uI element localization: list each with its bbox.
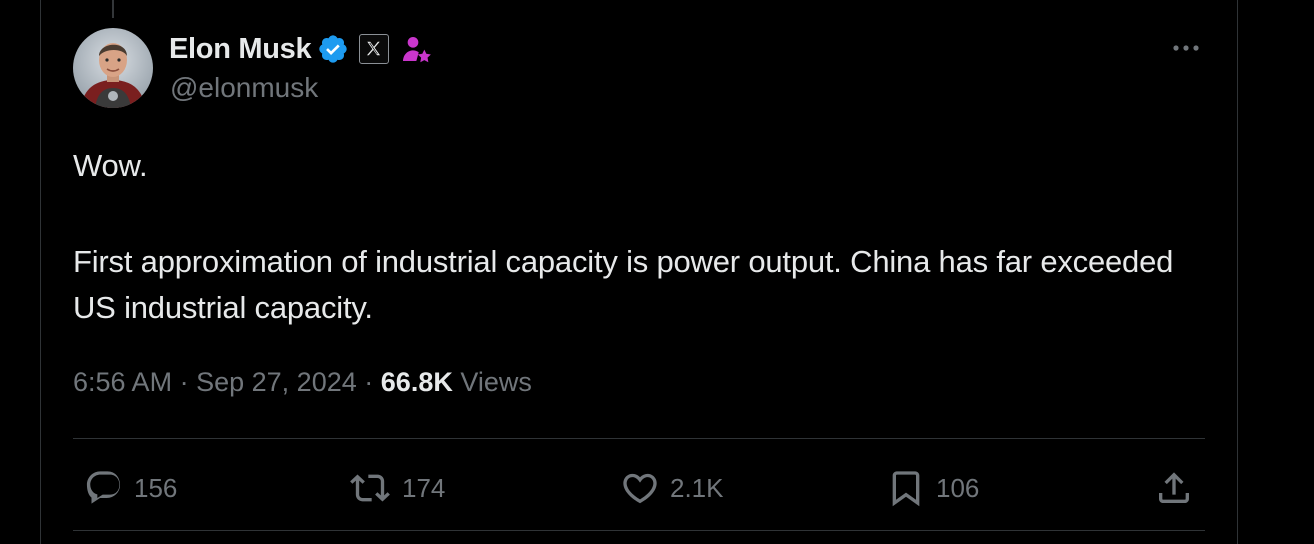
views-label: Views <box>460 367 532 397</box>
more-options-icon[interactable] <box>1168 38 1204 58</box>
divider <box>73 438 1205 439</box>
like-count: 2.1K <box>670 472 724 503</box>
bookmark-button[interactable]: 106 <box>886 468 979 508</box>
author-name-row: Elon Musk <box>169 30 433 68</box>
avatar[interactable] <box>73 28 153 108</box>
thread-connector-line <box>112 0 114 18</box>
repost-count: 174 <box>402 472 446 503</box>
tweet-paragraph: First approximation of industrial capaci… <box>73 244 1174 325</box>
reply-count: 156 <box>134 472 178 503</box>
views-count[interactable]: 66.8K <box>381 367 453 397</box>
repost-icon <box>350 474 390 502</box>
tweet-time[interactable]: 6:56 AM <box>73 367 172 397</box>
tweet-text: Wow. First approximation of industrial c… <box>73 143 1213 331</box>
bookmark-icon <box>892 471 920 507</box>
person-star-icon[interactable] <box>401 33 433 65</box>
heart-icon <box>623 473 657 504</box>
reply-icon <box>86 471 121 504</box>
reply-button[interactable]: 156 <box>84 468 177 508</box>
author-display-name[interactable]: Elon Musk <box>169 33 312 66</box>
meta-separator: · <box>364 367 374 397</box>
meta-separator: · <box>179 367 189 397</box>
tweet-paragraph: Wow. <box>73 148 148 183</box>
tweet-date[interactable]: Sep 27, 2024 <box>196 367 357 397</box>
verified-badge-icon[interactable] <box>317 33 349 65</box>
bookmark-count: 106 <box>936 472 980 503</box>
repost-button[interactable]: 174 <box>348 468 445 508</box>
like-button[interactable]: 2.1K <box>620 468 724 508</box>
author-handle[interactable]: @elonmusk <box>170 72 318 104</box>
tweet-meta: 6:56 AM · Sep 27, 2024 · 66.8K Views <box>73 367 532 398</box>
share-button[interactable] <box>1154 468 1194 508</box>
x-logo-icon[interactable] <box>359 34 390 64</box>
divider <box>73 530 1205 531</box>
share-icon <box>1159 472 1189 503</box>
